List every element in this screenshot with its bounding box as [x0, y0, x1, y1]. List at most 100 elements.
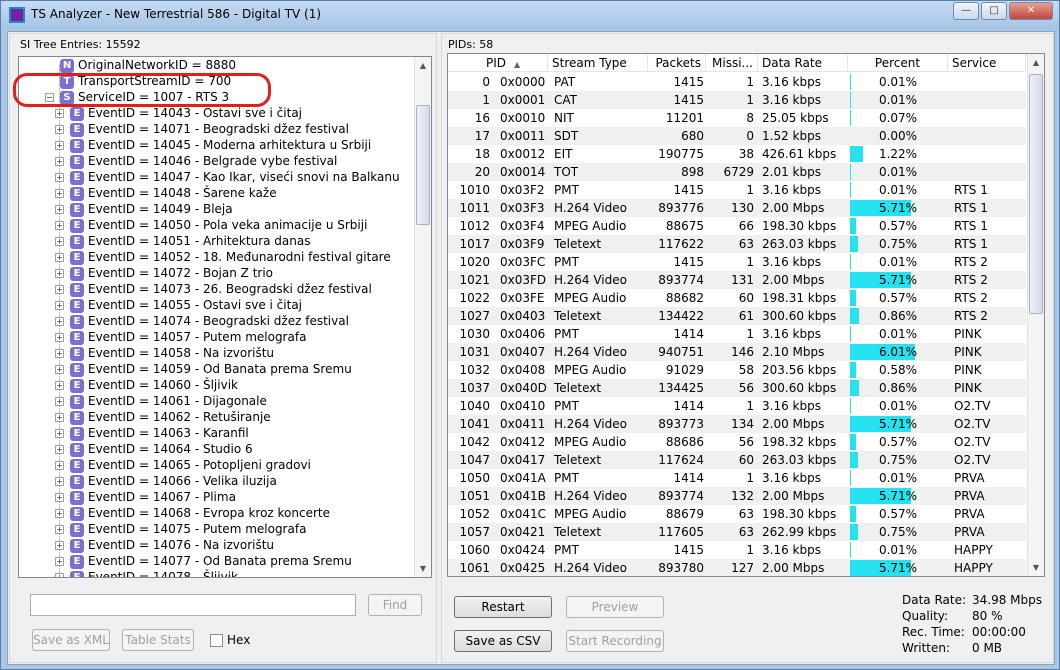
- expand-icon[interactable]: +: [55, 541, 64, 550]
- find-button[interactable]: Find: [368, 594, 422, 616]
- expand-icon[interactable]: +: [55, 557, 64, 566]
- pid-table[interactable]: PID ▲ Stream Type Packets Missi... Data Rate P…: [447, 53, 1045, 577]
- expand-icon[interactable]: +: [55, 253, 64, 262]
- maximize-button[interactable]: □: [981, 2, 1007, 20]
- table-scrollbar[interactable]: ▲ ▼: [1027, 54, 1044, 576]
- tree-item[interactable]: + E EventID = 14049 - Bleja: [55, 201, 233, 217]
- expand-icon[interactable]: +: [55, 397, 64, 406]
- tree-item[interactable]: + E EventID = 14074 - Beogradski džez fest…: [55, 313, 349, 329]
- tree-item[interactable]: + E EventID = 14059 - Od Banata prema Srem…: [55, 361, 352, 377]
- tree-item[interactable]: + E EventID = 14067 - Plima: [55, 489, 236, 505]
- preview-button[interactable]: Preview: [566, 596, 664, 618]
- expand-icon[interactable]: +: [55, 317, 64, 326]
- expand-icon[interactable]: +: [55, 285, 64, 294]
- table-row[interactable]: 1057 0x0421 Teletext 117605 63 262.99 kbps 0.7…: [448, 523, 1026, 541]
- table-row[interactable]: 1030 0x0406 PMT 1414 1 3.16 kbps 0.01% PINK: [448, 325, 1026, 343]
- table-row[interactable]: 1011 0x03F3 H.264 Video 893776 130 2.00 Mbps 5…: [448, 199, 1026, 217]
- table-row[interactable]: 1041 0x0411 H.264 Video 893773 134 2.00 Mbps 5…: [448, 415, 1026, 433]
- table-row[interactable]: 1010 0x03F2 PMT 1415 1 3.16 kbps 0.01% RTS 1: [448, 181, 1026, 199]
- close-button[interactable]: ✕: [1009, 2, 1053, 20]
- search-input[interactable]: [30, 594, 356, 616]
- table-row[interactable]: 18 0x0012 EIT 190775 38 426.61 kbps 1.22%: [448, 145, 1026, 163]
- expand-icon[interactable]: +: [55, 349, 64, 358]
- table-scroll-down-icon[interactable]: ▼: [1028, 559, 1044, 576]
- save-as-csv-button[interactable]: Save as CSV: [454, 630, 552, 652]
- table-row[interactable]: 1032 0x0408 MPEG Audio 91029 58 203.56 kbps 0.…: [448, 361, 1026, 379]
- tree-item[interactable]: + E EventID = 14046 - Belgrade vybe festiv…: [55, 153, 337, 169]
- col-service-header[interactable]: Service: [948, 54, 1026, 72]
- expand-icon[interactable]: +: [55, 157, 64, 166]
- expand-icon[interactable]: +: [55, 125, 64, 134]
- si-tree[interactable]: ▲ ▼ N OriginalNetworkID = 8880 T TransportS…: [18, 56, 432, 578]
- table-row[interactable]: 1012 0x03F4 MPEG Audio 88675 66 198.30 kbps 0.…: [448, 217, 1026, 235]
- expand-icon[interactable]: +: [55, 381, 64, 390]
- table-row[interactable]: 1060 0x0424 PMT 1415 1 3.16 kbps 0.01% HAPPY: [448, 541, 1026, 559]
- tree-item[interactable]: + E EventID = 14072 - Bojan Z trio: [55, 265, 273, 281]
- tree-item[interactable]: + E EventID = 14073 - 26. Beogradski džez …: [55, 281, 372, 297]
- table-row[interactable]: 0 0x0000 PAT 1415 1 3.16 kbps 0.01%: [448, 73, 1026, 91]
- expand-icon[interactable]: +: [55, 269, 64, 278]
- expand-icon[interactable]: +: [55, 413, 64, 422]
- hex-checkbox[interactable]: [210, 634, 223, 647]
- expand-icon[interactable]: +: [55, 525, 64, 534]
- table-row[interactable]: 1022 0x03FE MPEG Audio 88682 60 198.31 kbps 0.…: [448, 289, 1026, 307]
- tree-item[interactable]: + E EventID = 14065 - Potopljeni gradovi: [55, 457, 311, 473]
- expand-icon[interactable]: +: [55, 365, 64, 374]
- expand-icon[interactable]: +: [55, 141, 64, 150]
- tree-item[interactable]: + E EventID = 14062 - Retuširanje: [55, 409, 271, 425]
- expand-icon[interactable]: +: [55, 573, 64, 577]
- table-row[interactable]: 1037 0x040D Teletext 134425 56 300.60 kbps 0.8…: [448, 379, 1026, 397]
- restart-button[interactable]: Restart: [454, 596, 552, 618]
- col-pid-header[interactable]: PID ▲: [448, 54, 548, 72]
- expand-icon[interactable]: +: [55, 333, 64, 342]
- expand-icon[interactable]: +: [55, 509, 64, 518]
- tree-item[interactable]: + E EventID = 14064 - Studio 6: [55, 441, 253, 457]
- save-as-xml-button[interactable]: Save as XML: [32, 629, 110, 651]
- expand-icon[interactable]: +: [55, 221, 64, 230]
- table-row[interactable]: 1040 0x0410 PMT 1414 1 3.16 kbps 0.01% O2.TV: [448, 397, 1026, 415]
- table-row[interactable]: 1027 0x0403 Teletext 134422 61 300.60 kbps 0.8…: [448, 307, 1026, 325]
- table-row[interactable]: 1021 0x03FD H.264 Video 893774 131 2.00 Mbps 5…: [448, 271, 1026, 289]
- tree-item[interactable]: + E EventID = 14060 - Šljivik: [55, 377, 238, 393]
- table-row[interactable]: 1042 0x0412 MPEG Audio 88686 56 198.32 kbps 0.…: [448, 433, 1026, 451]
- tree-item[interactable]: + E EventID = 14075 - Putem melografa: [55, 521, 306, 537]
- table-row[interactable]: 20 0x0014 TOT 898 6729 2.01 kbps 0.01%: [448, 163, 1026, 181]
- tree-item[interactable]: + E EventID = 14052 - 18. Međunarodni fest…: [55, 249, 391, 265]
- tree-item[interactable]: N OriginalNetworkID = 8880: [45, 57, 236, 73]
- col-missing-header[interactable]: Missi...: [706, 54, 758, 72]
- tree-item[interactable]: + E EventID = 14066 - Velika iluzija: [55, 473, 277, 489]
- table-row[interactable]: 16 0x0010 NIT 11201 8 25.05 kbps 0.07%: [448, 109, 1026, 127]
- start-recording-button[interactable]: Start Recording: [566, 630, 664, 652]
- expand-icon[interactable]: +: [55, 205, 64, 214]
- expand-icon[interactable]: +: [55, 109, 64, 118]
- table-stats-button[interactable]: Table Stats: [122, 629, 194, 651]
- expand-icon[interactable]: +: [55, 445, 64, 454]
- table-scroll-thumb[interactable]: [1029, 74, 1043, 314]
- expand-icon[interactable]: +: [55, 493, 64, 502]
- tree-item[interactable]: + E EventID = 14055 - Ostavi sve i čitaj: [55, 297, 302, 313]
- table-row[interactable]: 1 0x0001 CAT 1415 1 3.16 kbps 0.01%: [448, 91, 1026, 109]
- tree-item[interactable]: + E EventID = 14057 - Putem melografa: [55, 329, 306, 345]
- table-row[interactable]: 1051 0x041B H.264 Video 893774 132 2.00 Mbps 5…: [448, 487, 1026, 505]
- tree-item[interactable]: + E EventID = 14077 - Od Banata prema Srem…: [55, 553, 352, 569]
- table-scroll-up-icon[interactable]: ▲: [1028, 54, 1044, 71]
- tree-item[interactable]: + E EventID = 14071 - Beogradski džez fest…: [55, 121, 349, 137]
- expand-icon[interactable]: +: [55, 461, 64, 470]
- table-row[interactable]: 17 0x0011 SDT 680 0 1.52 kbps 0.00%: [448, 127, 1026, 145]
- tree-item[interactable]: + E EventID = 14045 - Moderna arhitektura …: [55, 137, 371, 153]
- table-row[interactable]: 1031 0x0407 H.264 Video 940751 146 2.10 Mbps 6…: [448, 343, 1026, 361]
- expand-icon[interactable]: +: [55, 301, 64, 310]
- tree-scroll-thumb[interactable]: [416, 105, 430, 225]
- tree-item[interactable]: + E EventID = 14048 - Šarene kaže: [55, 185, 277, 201]
- scroll-down-arrow-icon[interactable]: ▼: [415, 560, 431, 577]
- expand-icon[interactable]: +: [55, 189, 64, 198]
- col-percent-header[interactable]: Percent: [848, 54, 948, 72]
- expand-icon[interactable]: +: [55, 429, 64, 438]
- expand-icon[interactable]: +: [55, 477, 64, 486]
- table-row[interactable]: 1052 0x041C MPEG Audio 88679 63 198.30 kbps 0.…: [448, 505, 1026, 523]
- table-row[interactable]: 1050 0x041A PMT 1414 1 3.16 kbps 0.01% PRVA: [448, 469, 1026, 487]
- col-data-rate-header[interactable]: Data Rate: [758, 54, 848, 72]
- table-row[interactable]: 1017 0x03F9 Teletext 117622 63 263.03 kbps 0.7…: [448, 235, 1026, 253]
- tree-item[interactable]: + E EventID = 14063 - Karanfil: [55, 425, 249, 441]
- tree-item[interactable]: + E EventID = 14061 - Dijagonale: [55, 393, 267, 409]
